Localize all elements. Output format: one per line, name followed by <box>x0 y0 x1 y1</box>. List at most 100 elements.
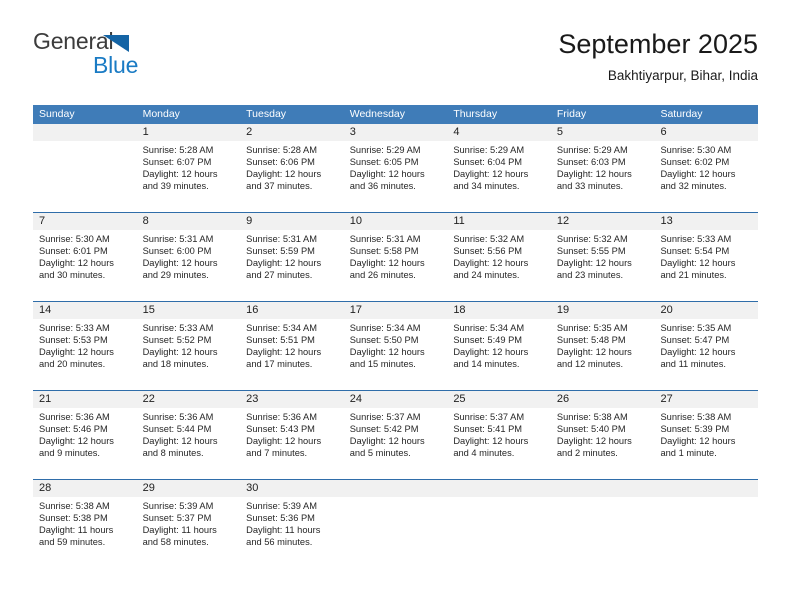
day-cell[interactable] <box>447 497 551 568</box>
day-number[interactable]: 1 <box>137 124 241 141</box>
day-number[interactable]: 27 <box>654 391 758 408</box>
day-number[interactable]: 5 <box>551 124 655 141</box>
day-cell[interactable] <box>33 141 137 212</box>
logo-text-general: General <box>33 28 114 54</box>
day-cell[interactable]: Sunrise: 5:34 AM Sunset: 5:49 PM Dayligh… <box>447 319 551 390</box>
day-number[interactable]: 13 <box>654 213 758 230</box>
day-number[interactable]: 4 <box>447 124 551 141</box>
sunrise-text: Sunrise: 5:38 AM <box>660 412 732 422</box>
sunset-text: Sunset: 5:42 PM <box>349 424 419 435</box>
daylight-text-line2: and 34 minutes. <box>453 181 520 192</box>
day-number[interactable]: 22 <box>137 391 241 408</box>
day-cell[interactable]: Sunrise: 5:30 AM Sunset: 6:01 PM Dayligh… <box>33 230 137 301</box>
day-number[interactable]: 21 <box>33 391 137 408</box>
day-cell[interactable] <box>551 497 655 568</box>
day-number[interactable] <box>654 480 758 497</box>
day-cell[interactable] <box>654 497 758 568</box>
day-number[interactable] <box>447 480 551 497</box>
day-number[interactable]: 25 <box>447 391 551 408</box>
daylight-text-line1: Daylight: 12 hours <box>660 436 736 447</box>
sunset-text: Sunset: 5:53 PM <box>39 335 108 346</box>
day-number[interactable]: 20 <box>654 302 758 319</box>
sunrise-text: Sunrise: 5:34 AM <box>453 323 525 333</box>
day-cell[interactable]: Sunrise: 5:31 AM Sunset: 5:59 PM Dayligh… <box>240 230 344 301</box>
day-cell[interactable]: Sunrise: 5:31 AM Sunset: 6:00 PM Dayligh… <box>137 230 241 301</box>
sunrise-text: Sunrise: 5:30 AM <box>660 145 732 155</box>
day-cell[interactable]: Sunrise: 5:33 AM Sunset: 5:54 PM Dayligh… <box>654 230 758 301</box>
day-cell[interactable]: Sunrise: 5:36 AM Sunset: 5:44 PM Dayligh… <box>137 408 241 479</box>
day-number[interactable]: 12 <box>551 213 655 230</box>
daylight-text-line2: and 7 minutes. <box>246 448 308 459</box>
daylight-text-line2: and 32 minutes. <box>660 181 727 192</box>
day-number[interactable]: 8 <box>137 213 241 230</box>
day-number[interactable]: 14 <box>33 302 137 319</box>
day-cell[interactable]: Sunrise: 5:31 AM Sunset: 5:58 PM Dayligh… <box>344 230 448 301</box>
day-number[interactable]: 3 <box>344 124 448 141</box>
day-number[interactable]: 2 <box>240 124 344 141</box>
day-cell[interactable]: Sunrise: 5:28 AM Sunset: 6:06 PM Dayligh… <box>240 141 344 212</box>
day-cell[interactable]: Sunrise: 5:28 AM Sunset: 6:07 PM Dayligh… <box>137 141 241 212</box>
day-cell[interactable]: Sunrise: 5:37 AM Sunset: 5:41 PM Dayligh… <box>447 408 551 479</box>
day-cell[interactable]: Sunrise: 5:29 AM Sunset: 6:04 PM Dayligh… <box>447 141 551 212</box>
day-cell[interactable]: Sunrise: 5:38 AM Sunset: 5:39 PM Dayligh… <box>654 408 758 479</box>
day-number[interactable] <box>33 124 137 141</box>
day-cell[interactable]: Sunrise: 5:32 AM Sunset: 5:56 PM Dayligh… <box>447 230 551 301</box>
day-cell[interactable] <box>344 497 448 568</box>
daylight-text-line2: and 20 minutes. <box>39 359 106 370</box>
day-number[interactable]: 30 <box>240 480 344 497</box>
day-cell[interactable]: Sunrise: 5:29 AM Sunset: 6:05 PM Dayligh… <box>344 141 448 212</box>
day-number[interactable]: 11 <box>447 213 551 230</box>
day-number[interactable]: 29 <box>137 480 241 497</box>
day-cell[interactable]: Sunrise: 5:33 AM Sunset: 5:53 PM Dayligh… <box>33 319 137 390</box>
day-cell[interactable]: Sunrise: 5:35 AM Sunset: 5:47 PM Dayligh… <box>654 319 758 390</box>
day-cell[interactable]: Sunrise: 5:30 AM Sunset: 6:02 PM Dayligh… <box>654 141 758 212</box>
sunset-text: Sunset: 5:56 PM <box>453 246 523 257</box>
day-number[interactable]: 28 <box>33 480 137 497</box>
day-number[interactable]: 6 <box>654 124 758 141</box>
day-cell[interactable]: Sunrise: 5:38 AM Sunset: 5:38 PM Dayligh… <box>33 497 137 568</box>
day-number[interactable]: 26 <box>551 391 655 408</box>
sunset-text: Sunset: 6:05 PM <box>349 157 419 168</box>
sunset-text: Sunset: 5:46 PM <box>39 424 108 435</box>
daylight-text-line1: Daylight: 12 hours <box>453 436 529 447</box>
sunrise-text: Sunrise: 5:35 AM <box>556 323 628 333</box>
sunrise-text: Sunrise: 5:39 AM <box>246 501 317 511</box>
day-cell[interactable]: Sunrise: 5:33 AM Sunset: 5:52 PM Dayligh… <box>137 319 241 390</box>
day-number[interactable]: 19 <box>551 302 655 319</box>
logo-triangle-icon <box>103 35 129 52</box>
day-cell[interactable]: Sunrise: 5:32 AM Sunset: 5:55 PM Dayligh… <box>551 230 655 301</box>
day-cell[interactable]: Sunrise: 5:36 AM Sunset: 5:46 PM Dayligh… <box>33 408 137 479</box>
daylight-text-line2: and 33 minutes. <box>556 181 624 192</box>
day-number[interactable]: 18 <box>447 302 551 319</box>
day-number[interactable]: 23 <box>240 391 344 408</box>
day-cell[interactable]: Sunrise: 5:29 AM Sunset: 6:03 PM Dayligh… <box>551 141 655 212</box>
day-number[interactable]: 9 <box>240 213 344 230</box>
day-cell[interactable]: Sunrise: 5:39 AM Sunset: 5:37 PM Dayligh… <box>137 497 241 568</box>
sunrise-text: Sunrise: 5:38 AM <box>556 412 628 422</box>
sunrise-text: Sunrise: 5:36 AM <box>142 412 214 422</box>
day-number[interactable]: 10 <box>344 213 448 230</box>
week-daynumber-band: 21 22 23 24 25 26 27 <box>33 391 758 408</box>
daylight-text-line2: and 14 minutes. <box>453 359 520 370</box>
daylight-text-line2: and 36 minutes. <box>349 181 416 192</box>
day-number[interactable]: 24 <box>344 391 448 408</box>
day-cell[interactable]: Sunrise: 5:38 AM Sunset: 5:40 PM Dayligh… <box>551 408 655 479</box>
day-cell[interactable]: Sunrise: 5:34 AM Sunset: 5:50 PM Dayligh… <box>344 319 448 390</box>
day-cell[interactable]: Sunrise: 5:39 AM Sunset: 5:36 PM Dayligh… <box>240 497 344 568</box>
day-number[interactable]: 7 <box>33 213 137 230</box>
day-cell[interactable]: Sunrise: 5:36 AM Sunset: 5:43 PM Dayligh… <box>240 408 344 479</box>
day-cell[interactable]: Sunrise: 5:37 AM Sunset: 5:42 PM Dayligh… <box>344 408 448 479</box>
general-blue-logo[interactable]: General Blue <box>33 28 263 86</box>
day-number[interactable] <box>551 480 655 497</box>
daylight-text-line2: and 4 minutes. <box>453 448 515 459</box>
day-cell[interactable]: Sunrise: 5:34 AM Sunset: 5:51 PM Dayligh… <box>240 319 344 390</box>
sunrise-text: Sunrise: 5:31 AM <box>142 234 214 244</box>
daylight-text-line2: and 39 minutes. <box>142 181 209 192</box>
day-number[interactable]: 15 <box>137 302 241 319</box>
week-row: 21 22 23 24 25 26 27 Sunrise: 5:36 AM Su… <box>33 390 758 479</box>
day-cell[interactable]: Sunrise: 5:35 AM Sunset: 5:48 PM Dayligh… <box>551 319 655 390</box>
day-number[interactable]: 16 <box>240 302 344 319</box>
day-number[interactable] <box>344 480 448 497</box>
day-number[interactable]: 17 <box>344 302 448 319</box>
daylight-text-line1: Daylight: 12 hours <box>556 169 632 180</box>
